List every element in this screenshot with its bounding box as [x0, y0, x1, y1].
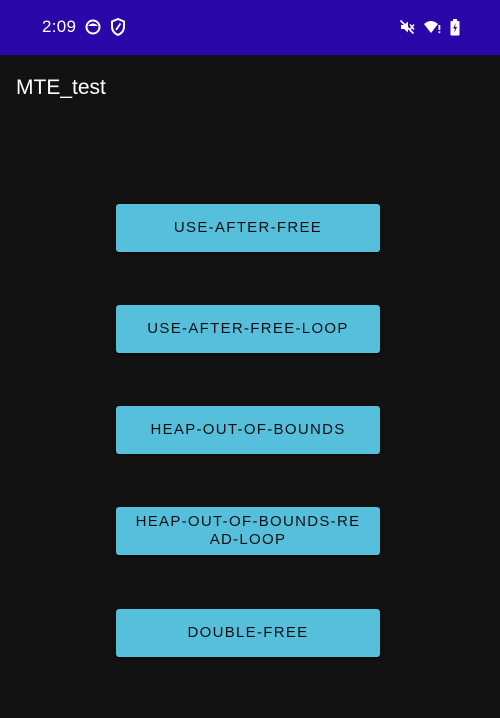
status-time: 2:09: [42, 17, 77, 36]
button-label: HEAP-OUT-OF-BOUNDS-READ-LOOP: [135, 513, 361, 548]
button-label: USE-AFTER-FREE-LOOP: [147, 320, 349, 337]
battery-icon: [446, 17, 464, 37]
use-after-free-button[interactable]: USE-AFTER-FREE: [116, 204, 380, 252]
shield-icon: [109, 17, 127, 37]
face-icon: [84, 17, 102, 37]
mute-icon: [398, 17, 416, 37]
double-free-button[interactable]: DOUBLE-FREE: [116, 609, 380, 657]
status-bar: 2:09: [0, 0, 500, 55]
wifi-icon: [423, 17, 441, 37]
app-bar: MTE_test: [0, 55, 500, 121]
heap-out-of-bounds-button[interactable]: HEAP-OUT-OF-BOUNDS: [116, 406, 380, 454]
button-label: DOUBLE-FREE: [187, 624, 309, 641]
heap-out-of-bounds-read-loop-button[interactable]: HEAP-OUT-OF-BOUNDS-READ-LOOP: [116, 507, 380, 555]
app-title: MTE_test: [16, 76, 106, 99]
use-after-free-loop-button[interactable]: USE-AFTER-FREE-LOOP: [116, 305, 380, 353]
button-list: USE-AFTER-FREE USE-AFTER-FREE-LOOP HEAP-…: [0, 121, 500, 718]
button-label: HEAP-OUT-OF-BOUNDS: [150, 421, 346, 438]
button-label: USE-AFTER-FREE: [173, 219, 323, 236]
